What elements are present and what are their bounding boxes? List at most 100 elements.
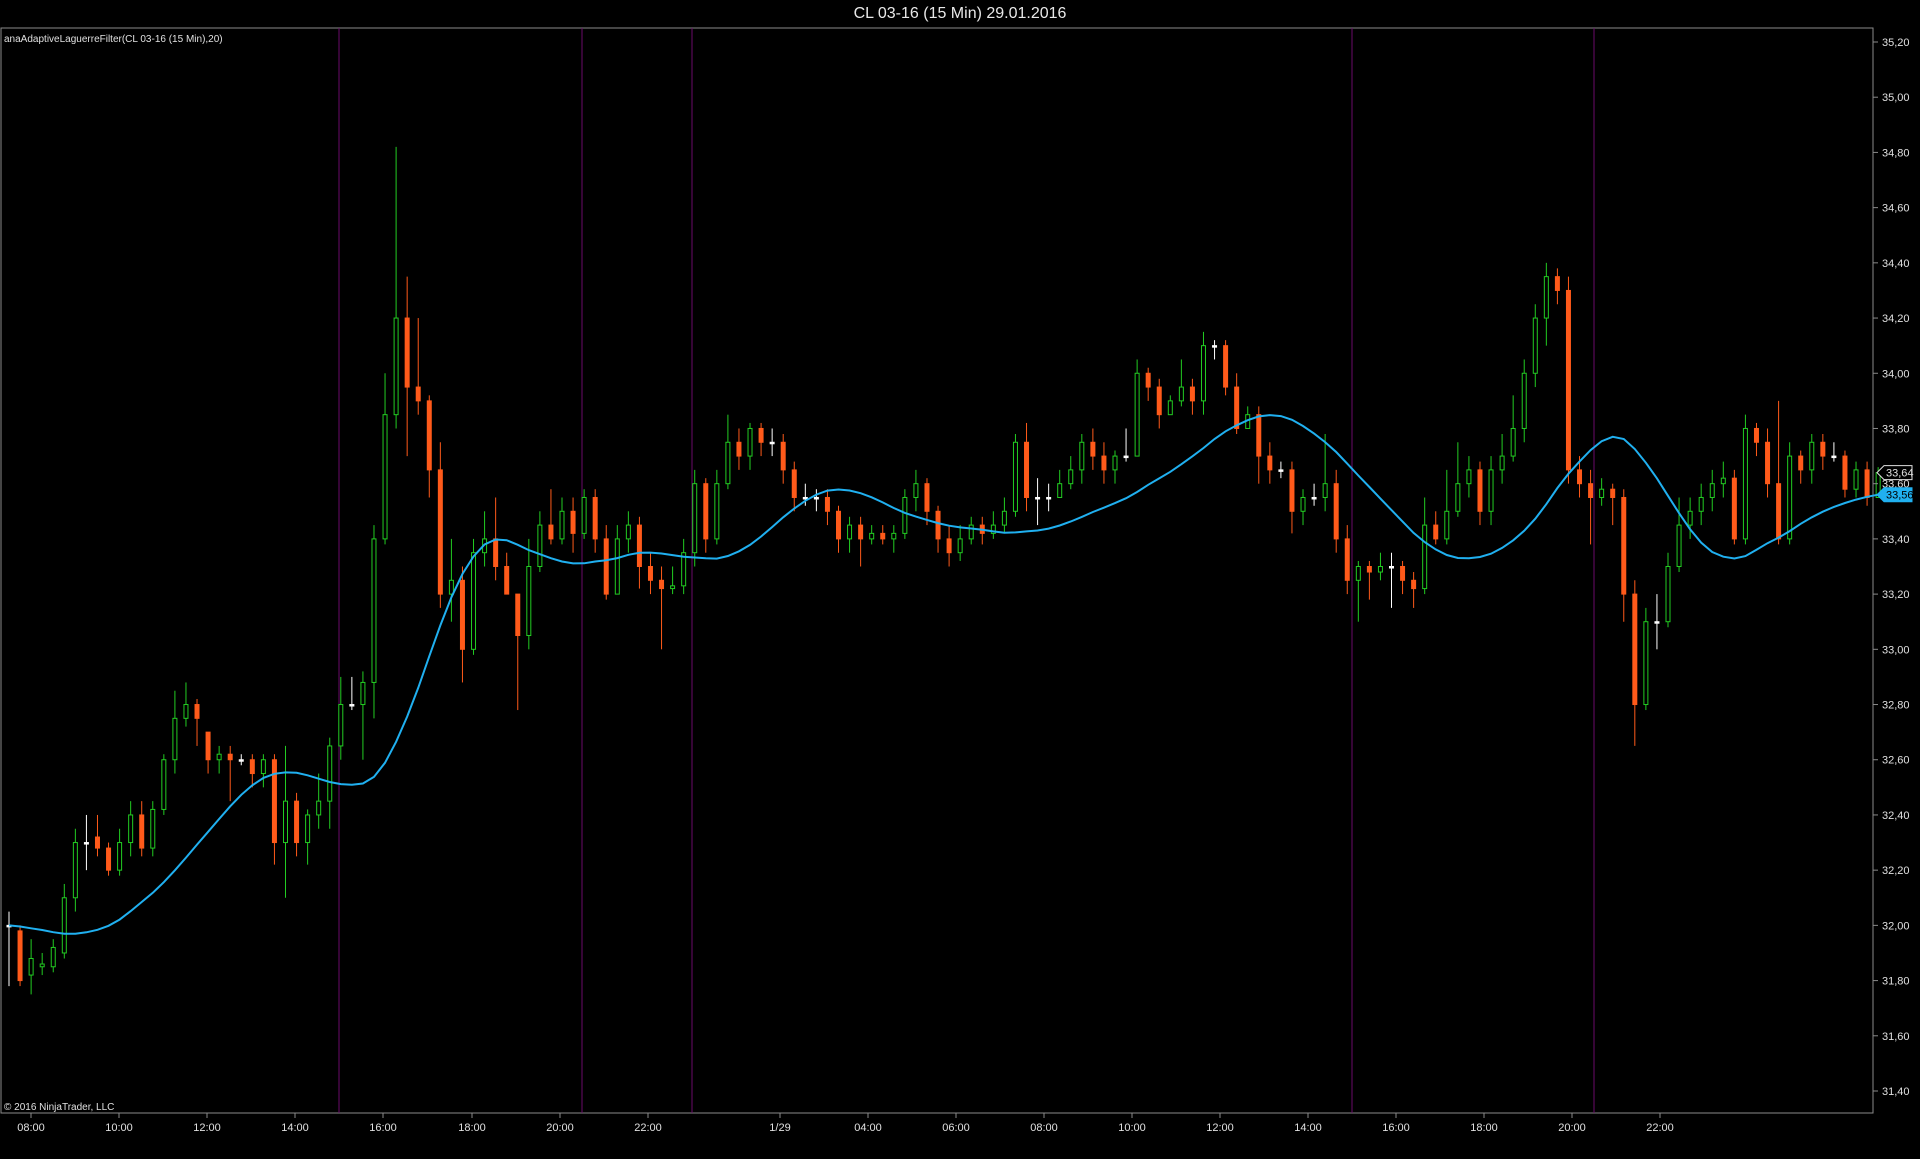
candle	[780, 433, 786, 484]
candle-body	[1853, 469, 1859, 490]
candle	[1477, 461, 1483, 526]
candle	[537, 511, 543, 573]
candle-body	[1577, 469, 1583, 485]
x-tick-label: 20:00	[1558, 1122, 1586, 1134]
candle	[1256, 406, 1262, 484]
candle	[1809, 433, 1815, 484]
candle	[216, 745, 222, 774]
laguerre-filter-line	[8, 414, 1879, 935]
candle-body	[902, 496, 908, 534]
candle	[891, 525, 897, 553]
candle	[139, 801, 145, 857]
candle	[670, 566, 676, 595]
candle	[316, 773, 322, 829]
x-tick-label: 16:00	[1382, 1122, 1410, 1134]
candle	[1831, 442, 1837, 462]
candle-body	[1676, 524, 1682, 567]
candles[interactable]	[6, 146, 1881, 995]
candle	[1145, 367, 1151, 401]
candle-body	[1499, 455, 1505, 471]
candle-body	[459, 579, 465, 650]
filter-value-marker: 33,56	[1876, 487, 1914, 503]
candle	[1411, 572, 1417, 608]
candle-body	[1289, 469, 1295, 512]
candle	[1101, 442, 1107, 484]
candle	[968, 516, 974, 545]
candle	[736, 428, 742, 470]
candle-body	[1156, 386, 1162, 416]
candle	[1057, 469, 1063, 498]
candle	[1422, 497, 1428, 595]
candle	[1200, 331, 1206, 415]
candle-body	[1212, 345, 1218, 348]
candle	[260, 754, 266, 788]
candle	[1167, 395, 1173, 416]
y-tick-label: 32,80	[1882, 700, 1910, 712]
candle	[1720, 461, 1726, 498]
candle-body	[471, 552, 477, 650]
candle-body	[238, 759, 244, 762]
candle-body	[1654, 621, 1660, 624]
candle	[271, 754, 277, 865]
candle-body	[415, 386, 421, 402]
candle-body	[205, 731, 211, 761]
candle-body	[1167, 400, 1173, 416]
candle	[1499, 433, 1505, 484]
candle-body	[747, 427, 753, 457]
candle	[1842, 450, 1848, 498]
x-tick-label: 14:00	[281, 1122, 309, 1134]
candle-body	[1731, 477, 1737, 540]
candle-body	[537, 524, 543, 567]
candle-body	[614, 538, 620, 595]
candle	[1621, 489, 1627, 622]
candle-body	[161, 759, 167, 810]
candle-body	[1765, 441, 1771, 485]
x-tick-label: 10:00	[1118, 1122, 1146, 1134]
candle-body	[1532, 317, 1538, 374]
candle	[1676, 497, 1682, 573]
candle-body	[1090, 441, 1096, 457]
candle-body	[17, 930, 23, 982]
candle	[1532, 304, 1538, 388]
candle	[603, 525, 609, 600]
candle	[504, 552, 510, 595]
candle-body	[880, 532, 886, 540]
x-tick-label: 10:00	[105, 1122, 133, 1134]
candle-body	[1024, 441, 1030, 498]
candle-body	[692, 483, 698, 554]
candle	[559, 497, 565, 545]
candle	[1156, 378, 1162, 429]
candle-body	[1665, 566, 1671, 623]
candle	[681, 538, 687, 595]
candle-body	[703, 483, 709, 540]
candle-body	[283, 800, 288, 844]
candle	[1212, 340, 1218, 360]
candle-body	[1444, 510, 1450, 540]
candle-body	[294, 800, 300, 844]
candle-body	[1455, 483, 1461, 512]
candle-body	[227, 753, 233, 761]
candle-body	[360, 681, 366, 706]
price-axis: 35,20 35,00 34,80 34,60 34,40 34,20 34,00 33,80…	[1873, 37, 1910, 1098]
indicator-label: anaAdaptiveLaguerreFilter(CL 03-16 (15 M…	[4, 34, 223, 45]
candle	[581, 489, 587, 539]
candle-body	[836, 510, 841, 540]
x-tick-label: 22:00	[1646, 1122, 1674, 1134]
candle-body	[824, 496, 830, 512]
candle	[238, 754, 244, 766]
candle	[1521, 359, 1527, 443]
candle-body	[271, 759, 277, 844]
candle-body	[316, 800, 322, 816]
y-tick-label: 33,00	[1882, 644, 1910, 656]
candle-body	[1488, 469, 1494, 512]
candle	[725, 414, 731, 490]
candle	[1090, 428, 1096, 470]
price-chart[interactable]: 35,20 35,00 34,80 34,60 34,40 34,20 34,00 33,80…	[0, 0, 1920, 1159]
candle-body	[636, 524, 642, 567]
candle-body	[1123, 455, 1129, 459]
x-tick-label: 18:00	[1470, 1122, 1498, 1134]
candle	[813, 489, 819, 512]
x-tick-label: 08:00	[1030, 1122, 1058, 1134]
x-tick-label: 16:00	[369, 1122, 397, 1134]
candle-body	[338, 704, 344, 747]
